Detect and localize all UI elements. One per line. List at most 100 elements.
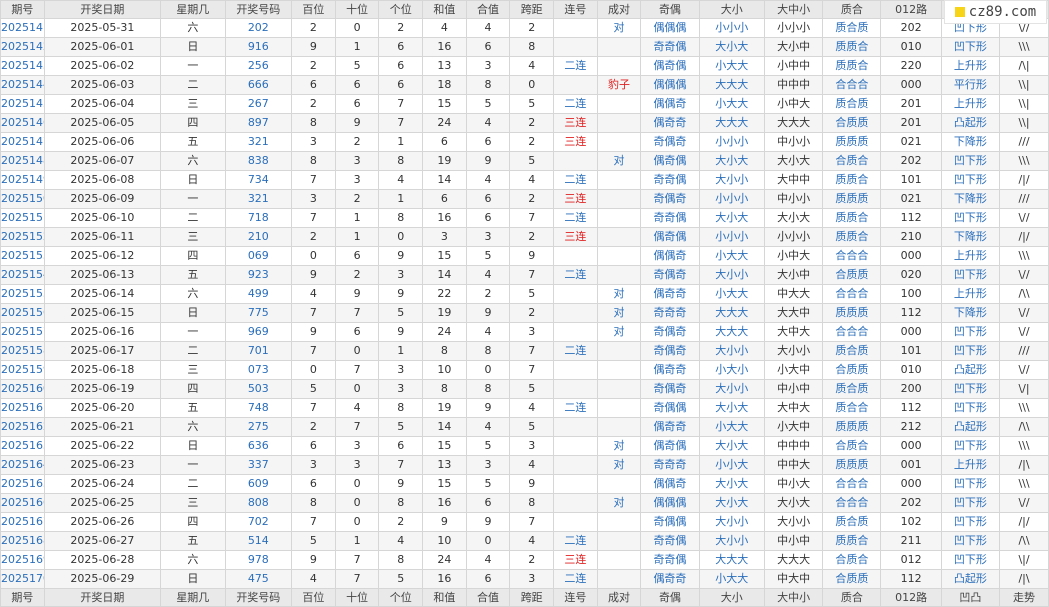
cell-issue[interactable]: 2025143 (0, 56, 45, 76)
cell-tens: 6 (334, 246, 380, 266)
cell-issue[interactable]: 2025151 (0, 208, 45, 228)
cell-issue[interactable]: 2025152 (0, 227, 45, 247)
cell-issue[interactable]: 2025163 (0, 436, 45, 456)
cell-date: 2025-06-01 (43, 37, 162, 57)
cell-issue[interactable]: 2025150 (0, 189, 45, 209)
header-row: 期号 开奖日期 星期几 开奖号码 百位 十位 个位 和值 合值 跨距 连号 成对 奇偶 大小 大中小 质合 01… (0, 0, 1049, 19)
cell-road-012: 220 (880, 56, 942, 76)
cell-span: 9 (509, 246, 555, 266)
cell-span: 4 (509, 531, 555, 551)
cell-date: 2025-06-15 (43, 303, 162, 323)
cell-issue[interactable]: 2025161 (0, 398, 45, 418)
cell-hundreds: 3 (291, 189, 336, 209)
cell-issue[interactable]: 2025162 (0, 417, 45, 437)
cell-hundreds: 7 (291, 512, 336, 532)
footer-sum: 和值 (422, 588, 467, 607)
footer-big-mid-small: 大中小 (764, 588, 824, 607)
cell-big-mid-small: 大小小 (764, 341, 824, 361)
cell-big-mid-small: 小小小 (764, 227, 824, 247)
cell-code: 275 (224, 417, 293, 437)
cell-issue[interactable]: 2025153 (0, 246, 45, 266)
cell-hundreds: 9 (291, 37, 336, 57)
cell-issue[interactable]: 2025144 (0, 75, 45, 95)
cell-sum-tail: 2 (465, 284, 511, 304)
cell-issue[interactable]: 2025154 (0, 265, 45, 285)
cell-issue[interactable]: 2025158 (0, 341, 45, 361)
cell-issue[interactable]: 2025169 (0, 550, 45, 570)
cell-code: 202 (224, 18, 293, 38)
cell-issue[interactable]: 2025166 (0, 493, 45, 513)
cell-big-small: 小小大 (698, 455, 766, 475)
cell-sum: 8 (422, 341, 467, 361)
cell-weekday: 一 (160, 322, 226, 342)
table-row: 20251432025-06-02一2562561334二连偶奇偶小大大小中中质… (0, 56, 1049, 76)
cell-issue[interactable]: 2025159 (0, 360, 45, 380)
cell-shape: 上升形 (940, 246, 1001, 266)
cell-tens: 9 (334, 113, 380, 133)
cell-sum: 13 (422, 56, 467, 76)
cell-issue[interactable]: 2025168 (0, 531, 45, 551)
cell-hundreds: 2 (291, 417, 336, 437)
cell-pair: 对 (596, 493, 642, 513)
cell-consecutive (553, 322, 598, 342)
cell-date: 2025-06-07 (43, 151, 162, 171)
cell-weekday: 一 (160, 189, 226, 209)
cell-issue[interactable]: 2025148 (0, 151, 45, 171)
cell-issue[interactable]: 2025141 (0, 18, 45, 38)
cell-big-mid-small: 大小大 (764, 493, 824, 513)
cell-pair (596, 379, 642, 399)
cell-prime-composite: 质合质 (822, 341, 882, 361)
cell-issue[interactable]: 2025170 (0, 569, 45, 589)
cell-issue[interactable]: 2025146 (0, 113, 45, 133)
cell-issue[interactable]: 2025149 (0, 170, 45, 190)
cell-big-mid-small: 中小大 (764, 474, 824, 494)
site-logo[interactable]: cz89.com (944, 0, 1047, 24)
cell-odd-even: 偶奇奇 (640, 360, 700, 380)
cell-sum: 8 (422, 379, 467, 399)
cell-big-small: 大小大 (698, 37, 766, 57)
cell-prime-composite: 合质质 (822, 265, 882, 285)
cell-issue[interactable]: 2025142 (0, 37, 45, 57)
cell-issue[interactable]: 2025167 (0, 512, 45, 532)
cell-pair (596, 265, 642, 285)
cell-weekday: 日 (160, 436, 226, 456)
cell-sum: 10 (422, 531, 467, 551)
cell-big-small: 大小小 (698, 379, 766, 399)
cell-issue[interactable]: 2025155 (0, 284, 45, 304)
cell-odd-even: 奇奇奇 (640, 303, 700, 323)
cell-issue[interactable]: 2025147 (0, 132, 45, 152)
cell-prime-composite: 合质合 (822, 436, 882, 456)
cell-prime-composite: 合合合 (822, 284, 882, 304)
cell-hundreds: 5 (291, 379, 336, 399)
cell-sum-tail: 6 (465, 569, 511, 589)
cell-pair (596, 37, 642, 57)
cell-units: 2 (378, 512, 424, 532)
cell-issue[interactable]: 2025145 (0, 94, 45, 114)
cell-issue[interactable]: 2025160 (0, 379, 45, 399)
cell-sum: 24 (422, 322, 467, 342)
cell-odd-even: 奇偶偶 (640, 398, 700, 418)
cell-prime-composite: 质质合 (822, 208, 882, 228)
footer-odd-even: 奇偶 (640, 588, 700, 607)
cell-issue[interactable]: 2025157 (0, 322, 45, 342)
cell-shape: 凹下形 (940, 37, 1001, 57)
table-row: 20251642025-06-23一3373371334对奇奇奇小小大中中大质质… (0, 455, 1049, 475)
cell-consecutive (553, 37, 598, 57)
cell-hundreds: 0 (291, 246, 336, 266)
cell-odd-even: 奇奇偶 (640, 170, 700, 190)
cell-consecutive (553, 360, 598, 380)
table-row: 20251662025-06-25三8088081668对偶偶偶大小大大小大合合… (0, 493, 1049, 513)
cell-prime-composite: 合合合 (822, 246, 882, 266)
cell-issue[interactable]: 2025165 (0, 474, 45, 494)
cell-big-small: 小大大 (698, 417, 766, 437)
cell-tens: 1 (334, 37, 380, 57)
cell-span: 2 (509, 113, 555, 133)
cell-code: 969 (224, 322, 293, 342)
cell-consecutive: 二连 (553, 265, 598, 285)
cell-code: 514 (224, 531, 293, 551)
cell-hundreds: 7 (291, 170, 336, 190)
cell-issue[interactable]: 2025164 (0, 455, 45, 475)
cell-trend: /\\ (999, 284, 1049, 304)
cell-issue[interactable]: 2025156 (0, 303, 45, 323)
cell-big-small: 大小大 (698, 151, 766, 171)
